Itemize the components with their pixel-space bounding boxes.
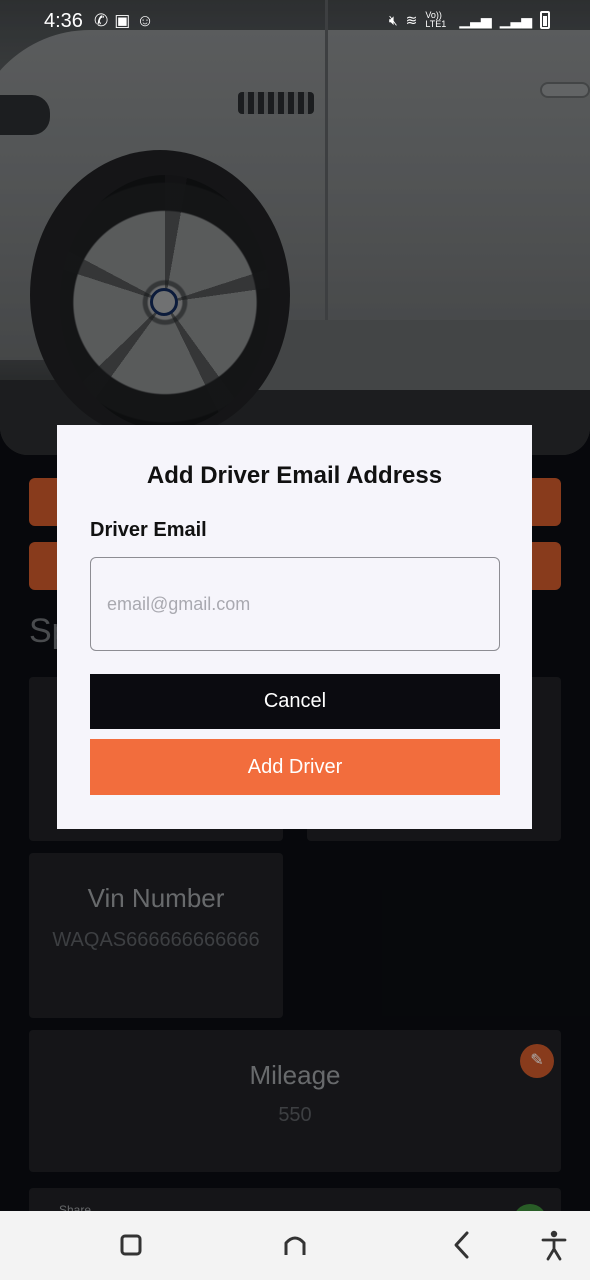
accessibility-icon[interactable] — [532, 1225, 576, 1265]
whatsapp-icon: ✆ — [94, 11, 115, 30]
add-driver-button[interactable]: Add Driver — [90, 739, 500, 795]
snapchat-icon: ☺ — [136, 11, 160, 30]
driver-email-input[interactable] — [90, 557, 500, 651]
mute-icon: 🔇︎ — [388, 11, 398, 28]
notification-icons: ✆▣☺ — [94, 11, 160, 31]
dialog-title: Add Driver Email Address — [146, 462, 443, 489]
signal-icon: ▁▃▅ — [459, 11, 492, 28]
back-icon[interactable] — [440, 1225, 484, 1265]
recents-icon[interactable] — [109, 1225, 153, 1265]
wifi-icon: ≋ — [405, 11, 418, 28]
battery-icon — [540, 11, 550, 29]
system-nav-bar — [0, 1211, 590, 1280]
volte-icon: Vo)) LTE1 — [425, 10, 447, 29]
status-bar: 4:36 ✆▣☺ 🔇︎ ≋ Vo)) LTE1 ▁▃▅ ▁▃▅ — [0, 0, 590, 44]
status-time: 4:36 — [44, 10, 83, 32]
home-icon[interactable] — [273, 1225, 317, 1265]
cancel-button[interactable]: Cancel — [90, 674, 500, 729]
gallery-icon: ▣ — [114, 11, 137, 30]
system-icons: 🔇︎ ≋ Vo)) LTE1 ▁▃▅ ▁▃▅ — [389, 11, 550, 29]
signal-icon: ▁▃▅ — [499, 11, 532, 28]
add-driver-dialog: Add Driver Email Address Driver Email Ca… — [57, 425, 532, 829]
driver-email-label: Driver Email — [90, 519, 207, 541]
